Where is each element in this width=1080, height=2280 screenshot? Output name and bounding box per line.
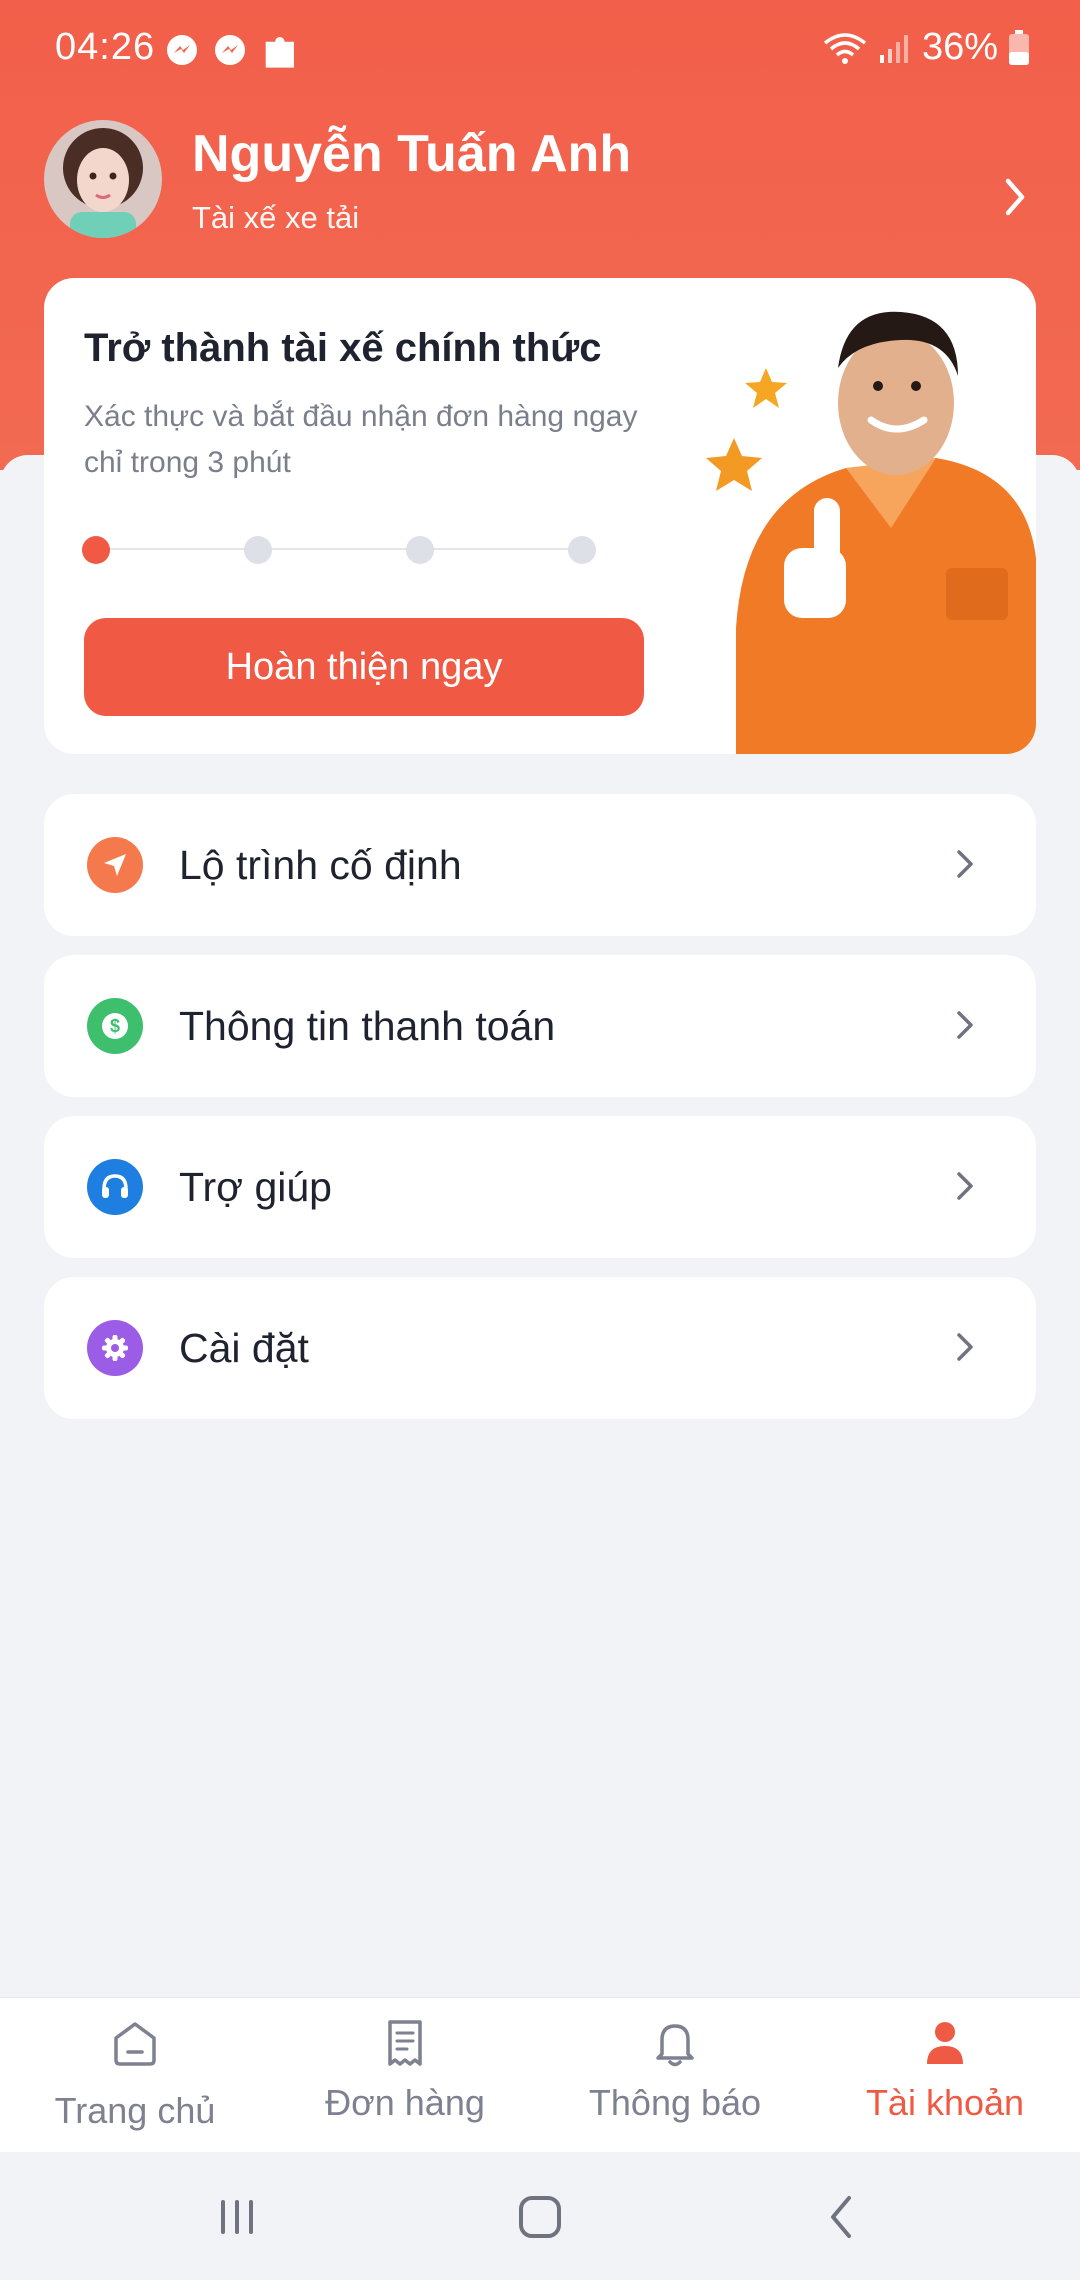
menu-item-label: Thông tin thanh toán (179, 1002, 556, 1049)
step-dot-4 (568, 536, 596, 564)
avatar[interactable] (44, 120, 162, 238)
chevron-right-icon (957, 1011, 973, 1039)
star-icon (706, 438, 762, 491)
verification-card: Trở thành tài xế chính thức Xác thực và … (44, 278, 1036, 754)
bottom-nav: Trang chủ Đơn hàng Thông báo Tài khoản (0, 1997, 1080, 2152)
navigation-icon (87, 837, 143, 893)
chevron-right-icon[interactable] (1000, 175, 1030, 219)
tab-label: Trang chủ (54, 2090, 216, 2131)
menu-item-help[interactable]: Trợ giúp (44, 1116, 1036, 1258)
tab-label: Tài khoản (865, 2082, 1025, 2123)
driver-illustration (706, 311, 1036, 754)
wifi-icon (823, 32, 867, 64)
step-dot-2 (244, 536, 272, 564)
status-bar: 04:26 36% (0, 0, 1080, 100)
verification-subtitle: Xác thực và bắt đầu nhận đơn hàng ngay c… (84, 400, 638, 479)
back-icon[interactable] (815, 2190, 869, 2244)
profile-role: Tài xế xe tải (192, 200, 360, 235)
menu-item-payment-info[interactable]: $ Thông tin thanh toán (44, 955, 1036, 1097)
gear-icon (87, 1320, 143, 1376)
chevron-right-icon (957, 850, 973, 878)
user-icon (927, 2022, 963, 2064)
menu-item-label: Lộ trình cố định (179, 841, 462, 888)
home-button-icon[interactable] (513, 2190, 567, 2244)
step-dot-1 (82, 536, 110, 564)
messenger-icon (215, 35, 245, 65)
star-icon (745, 368, 787, 408)
tab-label: Thông báo (588, 2082, 762, 2123)
tab-notifications[interactable]: Thông báo (540, 1998, 810, 2153)
menu-item-label: Cài đặt (179, 1324, 309, 1371)
profile-name: Nguyễn Tuấn Anh (192, 125, 632, 183)
progress-steps (82, 534, 612, 564)
progress-line (98, 548, 596, 550)
verification-title: Trở thành tài xế chính thức (84, 326, 602, 370)
system-nav-bar (0, 2152, 1080, 2280)
signal-icon (879, 34, 908, 63)
menu-item-label: Trợ giúp (179, 1163, 332, 1210)
tab-label: Đơn hàng (325, 2082, 485, 2123)
home-icon (114, 2022, 156, 2066)
chevron-right-icon (957, 1333, 973, 1361)
system-status: 36% (822, 26, 1030, 69)
messenger-icon (167, 35, 197, 65)
receipt-icon (388, 2020, 422, 2066)
notification-icons (165, 30, 301, 70)
complete-now-button[interactable]: Hoàn thiện ngay (84, 618, 644, 716)
headset-icon (87, 1159, 143, 1215)
svg-text:$: $ (110, 1016, 120, 1036)
recent-apps-icon[interactable] (210, 2190, 264, 2244)
puzzle-icon (265, 37, 294, 68)
status-time: 04:26 (55, 26, 156, 68)
tab-orders[interactable]: Đơn hàng (270, 1998, 540, 2153)
menu-item-settings[interactable]: Cài đặt (44, 1277, 1036, 1419)
tab-account[interactable]: Tài khoản (810, 1998, 1080, 2153)
battery-percent: 36% (921, 26, 998, 68)
chevron-right-icon (957, 1172, 973, 1200)
dollar-icon: $ (87, 998, 143, 1054)
step-dot-3 (406, 536, 434, 564)
tab-home[interactable]: Trang chủ (0, 1998, 270, 2153)
bell-icon (656, 2024, 694, 2067)
battery-icon (1009, 29, 1029, 65)
menu-item-fixed-route[interactable]: Lộ trình cố định (44, 794, 1036, 936)
